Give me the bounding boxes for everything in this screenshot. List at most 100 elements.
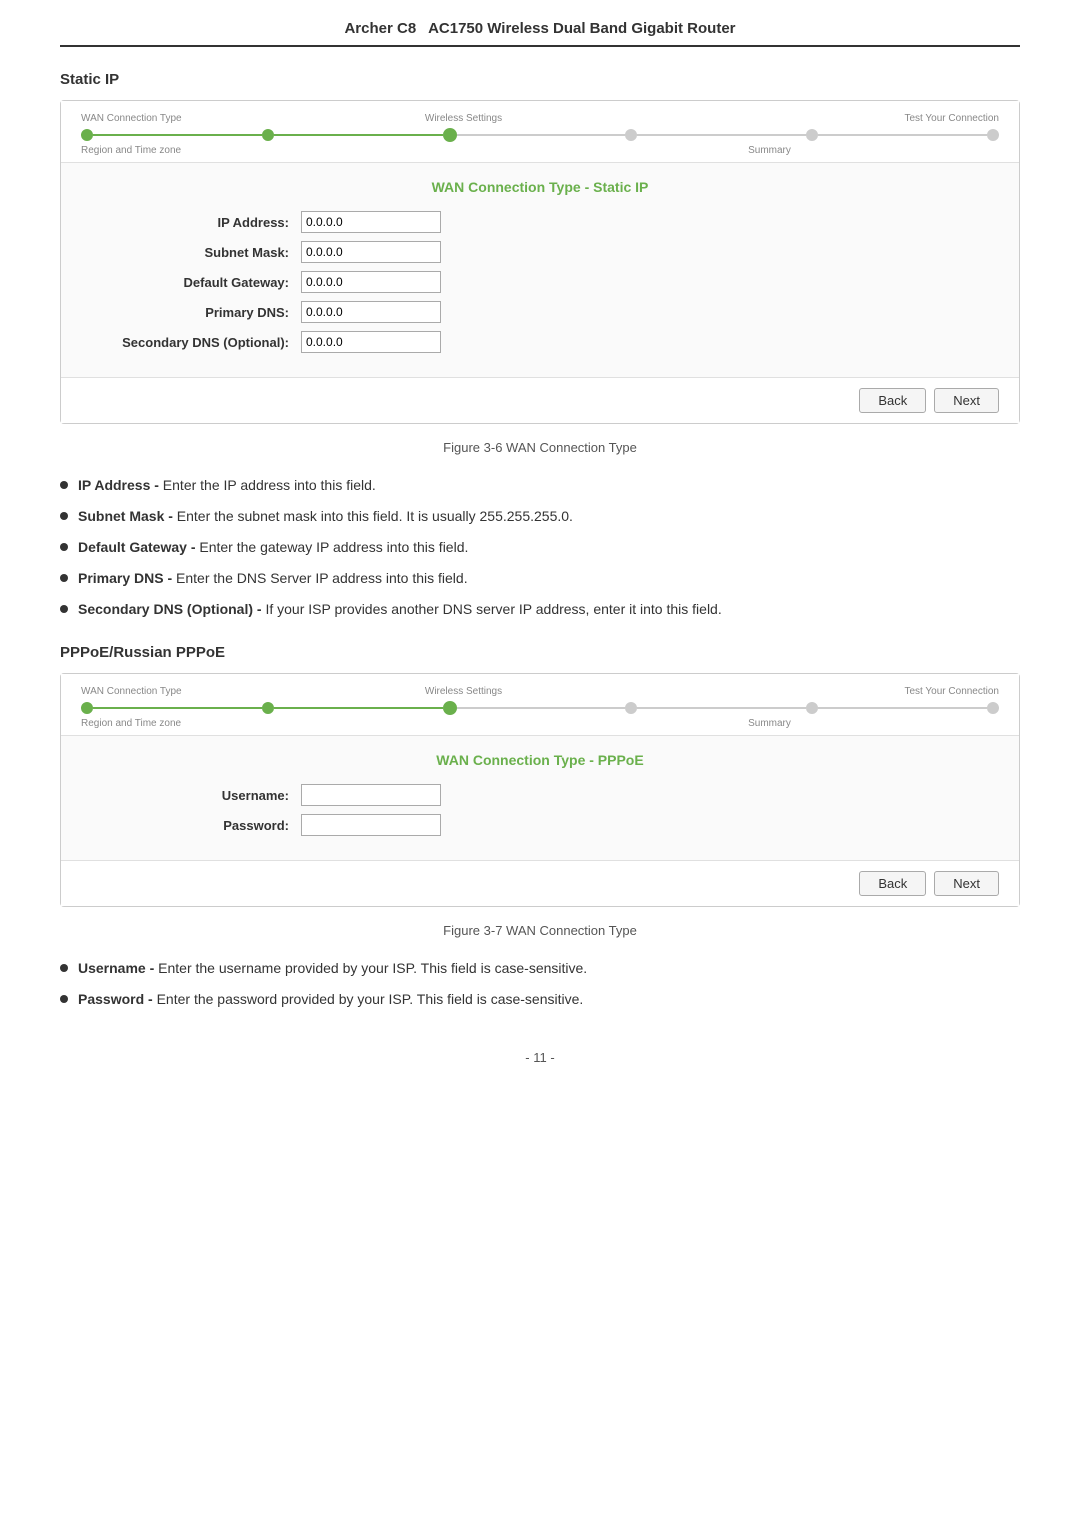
form-row-ip: IP Address: [101, 211, 979, 233]
step-line-3 [457, 134, 626, 136]
bullet-text-gateway: Default Gateway - Enter the gateway IP a… [78, 537, 468, 558]
subnet-label: Subnet Mask: [101, 245, 301, 260]
step2-line-1 [93, 707, 262, 709]
section-static-ip: Static IP WAN Connection Type Wireless S… [60, 71, 1020, 620]
bullet-subnet: Subnet Mask - Enter the subnet mask into… [60, 506, 1020, 527]
ip-input[interactable] [301, 211, 441, 233]
section2-heading: PPPoE/Russian PPPoE [60, 644, 1020, 661]
step2-line-5 [818, 707, 987, 709]
form-row-gateway: Default Gateway: [101, 271, 979, 293]
dns-primary-label: Primary DNS: [101, 305, 301, 320]
back-button-1[interactable]: Back [859, 388, 926, 413]
step2-bottom-label-2 [234, 718, 387, 729]
step-label-test: Test Your Connection [846, 113, 999, 124]
bullet-dot-3 [60, 543, 68, 551]
step-dot-5 [806, 129, 818, 141]
step-dot-6 [987, 129, 999, 141]
bullet-dot-4 [60, 574, 68, 582]
step-line-5 [818, 134, 987, 136]
wizard-form-static-ip: WAN Connection Type - Static IP IP Addre… [61, 163, 1019, 377]
wizard-box-pppoe: WAN Connection Type Wireless Settings Te… [60, 673, 1020, 907]
next-button-1[interactable]: Next [934, 388, 999, 413]
brand-name: Archer C8 [344, 20, 416, 37]
bullet-password: Password - Enter the password provided b… [60, 989, 1020, 1010]
step-line-1 [93, 134, 262, 136]
step-bottom-label-2 [234, 145, 387, 156]
wizard-subtitle-static: WAN Connection Type - Static IP [101, 179, 979, 195]
step2-label-wan: WAN Connection Type [81, 686, 234, 697]
bullet-dns-primary: Primary DNS - Enter the DNS Server IP ad… [60, 568, 1020, 589]
bullet-text-ip: IP Address - Enter the IP address into t… [78, 475, 376, 496]
section1-heading: Static IP [60, 71, 1020, 88]
section-pppoe: PPPoE/Russian PPPoE WAN Connection Type … [60, 644, 1020, 1010]
dns-secondary-input[interactable] [301, 331, 441, 353]
form-row-username: Username: [101, 784, 979, 806]
password-label: Password: [101, 818, 301, 833]
step-bottom-label-4 [540, 145, 693, 156]
step2-label-empty1 [234, 686, 387, 697]
product-title: AC1750 Wireless Dual Band Gigabit Router [428, 20, 735, 37]
wizard-box-static-ip: WAN Connection Type Wireless Settings Te… [60, 100, 1020, 424]
step-bottom-label-5: Summary [693, 145, 846, 156]
step2-dot-5 [806, 702, 818, 714]
step2-bottom-label-5: Summary [693, 718, 846, 729]
bullet-text-dns-primary: Primary DNS - Enter the DNS Server IP ad… [78, 568, 468, 589]
bullet-dns-secondary: Secondary DNS (Optional) - If your ISP p… [60, 599, 1020, 620]
bullet-gateway: Default Gateway - Enter the gateway IP a… [60, 537, 1020, 558]
form-row-dns-secondary: Secondary DNS (Optional): [101, 331, 979, 353]
gateway-input[interactable] [301, 271, 441, 293]
step-dot-4 [625, 129, 637, 141]
step2-label-wireless: Wireless Settings [387, 686, 540, 697]
step-bottom-label-3 [387, 145, 540, 156]
dns-secondary-label: Secondary DNS (Optional): [101, 335, 301, 350]
username-label: Username: [101, 788, 301, 803]
step2-dot-6 [987, 702, 999, 714]
subnet-input[interactable] [301, 241, 441, 263]
step2-bottom-label-4 [540, 718, 693, 729]
step2-line-2 [274, 707, 443, 709]
bullet-username: Username - Enter the username provided b… [60, 958, 1020, 979]
step-line-4 [637, 134, 806, 136]
step-dot-2 [262, 129, 274, 141]
step2-bottom-label-3 [387, 718, 540, 729]
bullet-text-username: Username - Enter the username provided b… [78, 958, 587, 979]
bullet-text-dns-secondary: Secondary DNS (Optional) - If your ISP p… [78, 599, 722, 620]
bullet-text-subnet: Subnet Mask - Enter the subnet mask into… [78, 506, 573, 527]
form-row-subnet: Subnet Mask: [101, 241, 979, 263]
next-button-2[interactable]: Next [934, 871, 999, 896]
figure-caption-1: Figure 3-6 WAN Connection Type [60, 440, 1020, 455]
bullet-text-password: Password - Enter the password provided b… [78, 989, 583, 1010]
bullet-dot-1 [60, 481, 68, 489]
progress-bar-area-2: WAN Connection Type Wireless Settings Te… [61, 674, 1019, 736]
wizard-footer-1: Back Next [61, 377, 1019, 423]
progress-bar-area-1: WAN Connection Type Wireless Settings Te… [61, 101, 1019, 163]
step-label-wireless: Wireless Settings [387, 113, 540, 124]
wizard-footer-2: Back Next [61, 860, 1019, 906]
username-input[interactable] [301, 784, 441, 806]
wizard-subtitle-pppoe: WAN Connection Type - PPPoE [101, 752, 979, 768]
step2-dot-2 [262, 702, 274, 714]
step2-label-test: Test Your Connection [846, 686, 999, 697]
step-dot-1 [81, 129, 93, 141]
dns-primary-input[interactable] [301, 301, 441, 323]
step-label-wan: WAN Connection Type [81, 113, 234, 124]
step-label-empty2 [540, 113, 693, 124]
step-bottom-label-6 [846, 145, 999, 156]
bullet-dot-5 [60, 605, 68, 613]
back-button-2[interactable]: Back [859, 871, 926, 896]
step2-dot-4 [625, 702, 637, 714]
bullet-list-2: Username - Enter the username provided b… [60, 958, 1020, 1010]
ip-label: IP Address: [101, 215, 301, 230]
step2-dot-3-active [443, 701, 457, 715]
wizard-form-pppoe: WAN Connection Type - PPPoE Username: Pa… [61, 736, 1019, 860]
step-label-empty3 [693, 113, 846, 124]
step-dot-3-active [443, 128, 457, 142]
bullet-dot-u2 [60, 995, 68, 1003]
bullet-ip: IP Address - Enter the IP address into t… [60, 475, 1020, 496]
password-input[interactable] [301, 814, 441, 836]
step2-label-empty3 [693, 686, 846, 697]
step2-line-3 [457, 707, 626, 709]
step-label-empty1 [234, 113, 387, 124]
step2-line-4 [637, 707, 806, 709]
page-number: - 11 - [60, 1050, 1020, 1065]
